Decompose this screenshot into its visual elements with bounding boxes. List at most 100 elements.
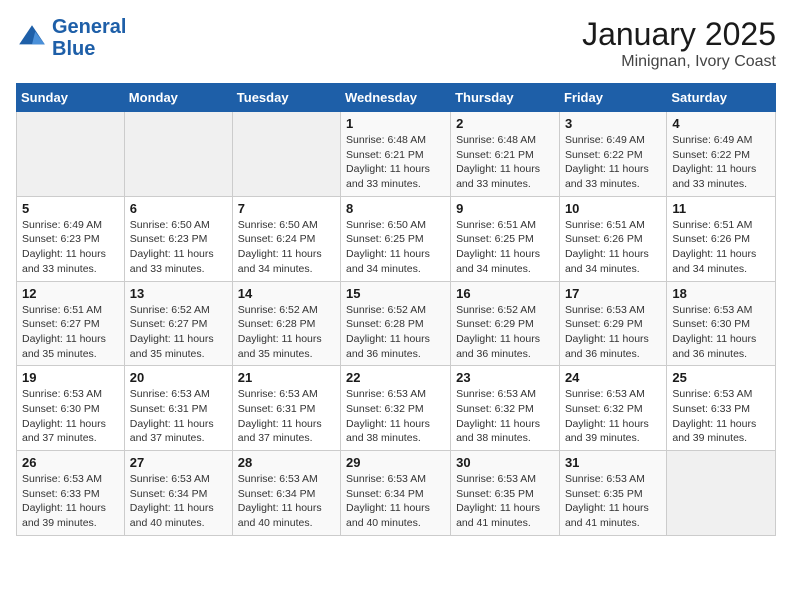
day-number: 9	[456, 201, 554, 216]
calendar-cell: 1Sunrise: 6:48 AM Sunset: 6:21 PM Daylig…	[341, 112, 451, 197]
calendar-cell: 9 Sunrise: 6:51 AM Sunset: 6:25 PM Daylig…	[451, 196, 560, 281]
day-info: Sunrise: 6:53 AM Sunset: 6:30 PM Dayligh…	[672, 303, 770, 362]
day-info: Sunrise: 6:49 AM Sunset: 6:22 PM Dayligh…	[672, 133, 770, 192]
calendar-cell: 13Sunrise: 6:52 AM Sunset: 6:27 PM Dayli…	[124, 281, 232, 366]
calendar-cell: 18 Sunrise: 6:53 AM Sunset: 6:30 PM Dayli…	[667, 281, 776, 366]
calendar-header-cell: Monday	[124, 84, 232, 112]
calendar-cell: 10 Sunrise: 6:51 AM Sunset: 6:26 PM Dayli…	[559, 196, 666, 281]
calendar-cell: 15 Sunrise: 6:52 AM Sunset: 6:28 PM Dayli…	[341, 281, 451, 366]
day-number: 18	[672, 286, 770, 301]
calendar-cell: 14Sunrise: 6:52 AM Sunset: 6:28 PM Dayli…	[232, 281, 340, 366]
day-number: 4	[672, 116, 770, 131]
calendar-cell: 24 Sunrise: 6:53 AM Sunset: 6:32 PM Dayli…	[559, 366, 666, 451]
day-number: 6	[130, 201, 227, 216]
day-info: Sunrise: 6:50 AM Sunset: 6:25 PM Dayligh…	[346, 218, 445, 277]
calendar-cell: 5 Sunrise: 6:49 AM Sunset: 6:23 PM Daylig…	[17, 196, 125, 281]
calendar-header-row: SundayMondayTuesdayWednesdayThursdayFrid…	[17, 84, 776, 112]
day-info: Sunrise: 6:53 AM Sunset: 6:33 PM Dayligh…	[22, 472, 119, 531]
calendar-cell: 16Sunrise: 6:52 AM Sunset: 6:29 PM Dayli…	[451, 281, 560, 366]
calendar-cell: 29Sunrise: 6:53 AM Sunset: 6:34 PM Dayli…	[341, 451, 451, 536]
calendar-cell: 17 Sunrise: 6:53 AM Sunset: 6:29 PM Dayli…	[559, 281, 666, 366]
day-info: Sunrise: 6:53 AM Sunset: 6:34 PM Dayligh…	[346, 472, 445, 531]
logo-text: General Blue	[52, 16, 126, 60]
day-info: Sunrise: 6:52 AM Sunset: 6:29 PM Dayligh…	[456, 303, 554, 362]
day-number: 25	[672, 370, 770, 385]
logo: General Blue	[16, 16, 126, 60]
calendar-cell: 21 Sunrise: 6:53 AM Sunset: 6:31 PM Dayli…	[232, 366, 340, 451]
day-info: Sunrise: 6:53 AM Sunset: 6:29 PM Dayligh…	[565, 303, 661, 362]
day-info: Sunrise: 6:53 AM Sunset: 6:35 PM Dayligh…	[456, 472, 554, 531]
calendar-cell: 22 Sunrise: 6:53 AM Sunset: 6:32 PM Dayli…	[341, 366, 451, 451]
day-info: Sunrise: 6:49 AM Sunset: 6:23 PM Dayligh…	[22, 218, 119, 277]
calendar-header-cell: Sunday	[17, 84, 125, 112]
calendar-cell: 2Sunrise: 6:48 AM Sunset: 6:21 PM Daylig…	[451, 112, 560, 197]
calendar-cell	[232, 112, 340, 197]
calendar-header-cell: Thursday	[451, 84, 560, 112]
day-number: 26	[22, 455, 119, 470]
day-info: Sunrise: 6:52 AM Sunset: 6:28 PM Dayligh…	[346, 303, 445, 362]
day-info: Sunrise: 6:50 AM Sunset: 6:23 PM Dayligh…	[130, 218, 227, 277]
calendar-cell: 27 Sunrise: 6:53 AM Sunset: 6:34 PM Dayli…	[124, 451, 232, 536]
month-year-title: January 2025	[582, 16, 776, 53]
calendar-header-cell: Wednesday	[341, 84, 451, 112]
calendar-header-cell: Friday	[559, 84, 666, 112]
logo-icon	[16, 22, 48, 54]
day-info: Sunrise: 6:53 AM Sunset: 6:31 PM Dayligh…	[238, 387, 335, 446]
calendar-cell	[667, 451, 776, 536]
day-info: Sunrise: 6:51 AM Sunset: 6:27 PM Dayligh…	[22, 303, 119, 362]
calendar-week-row: 12 Sunrise: 6:51 AM Sunset: 6:27 PM Dayli…	[17, 281, 776, 366]
day-number: 5	[22, 201, 119, 216]
calendar-header-cell: Saturday	[667, 84, 776, 112]
day-number: 11	[672, 201, 770, 216]
day-number: 31	[565, 455, 661, 470]
calendar-week-row: 26 Sunrise: 6:53 AM Sunset: 6:33 PM Dayli…	[17, 451, 776, 536]
calendar-cell	[17, 112, 125, 197]
day-info: Sunrise: 6:51 AM Sunset: 6:26 PM Dayligh…	[565, 218, 661, 277]
day-info: Sunrise: 6:52 AM Sunset: 6:27 PM Dayligh…	[130, 303, 227, 362]
day-info: Sunrise: 6:50 AM Sunset: 6:24 PM Dayligh…	[238, 218, 335, 277]
calendar-cell: 23 Sunrise: 6:53 AM Sunset: 6:32 PM Dayli…	[451, 366, 560, 451]
calendar-header-cell: Tuesday	[232, 84, 340, 112]
day-number: 22	[346, 370, 445, 385]
page-header: General Blue January 2025 Minignan, Ivor…	[16, 16, 776, 71]
day-info: Sunrise: 6:53 AM Sunset: 6:34 PM Dayligh…	[130, 472, 227, 531]
day-number: 12	[22, 286, 119, 301]
day-info: Sunrise: 6:51 AM Sunset: 6:25 PM Dayligh…	[456, 218, 554, 277]
calendar-cell: 3Sunrise: 6:49 AM Sunset: 6:22 PM Daylig…	[559, 112, 666, 197]
day-number: 10	[565, 201, 661, 216]
day-number: 23	[456, 370, 554, 385]
day-number: 30	[456, 455, 554, 470]
calendar-title-area: January 2025 Minignan, Ivory Coast	[582, 16, 776, 71]
day-number: 2	[456, 116, 554, 131]
day-info: Sunrise: 6:52 AM Sunset: 6:28 PM Dayligh…	[238, 303, 335, 362]
day-info: Sunrise: 6:53 AM Sunset: 6:32 PM Dayligh…	[346, 387, 445, 446]
calendar-cell	[124, 112, 232, 197]
day-info: Sunrise: 6:53 AM Sunset: 6:34 PM Dayligh…	[238, 472, 335, 531]
day-number: 19	[22, 370, 119, 385]
calendar-body: 1Sunrise: 6:48 AM Sunset: 6:21 PM Daylig…	[17, 112, 776, 536]
day-info: Sunrise: 6:51 AM Sunset: 6:26 PM Dayligh…	[672, 218, 770, 277]
day-number: 17	[565, 286, 661, 301]
calendar-cell: 19Sunrise: 6:53 AM Sunset: 6:30 PM Dayli…	[17, 366, 125, 451]
day-number: 7	[238, 201, 335, 216]
location-subtitle: Minignan, Ivory Coast	[582, 53, 776, 71]
calendar-cell: 20Sunrise: 6:53 AM Sunset: 6:31 PM Dayli…	[124, 366, 232, 451]
calendar-cell: 11 Sunrise: 6:51 AM Sunset: 6:26 PM Dayli…	[667, 196, 776, 281]
day-number: 27	[130, 455, 227, 470]
calendar-week-row: 19Sunrise: 6:53 AM Sunset: 6:30 PM Dayli…	[17, 366, 776, 451]
day-info: Sunrise: 6:53 AM Sunset: 6:32 PM Dayligh…	[565, 387, 661, 446]
day-info: Sunrise: 6:53 AM Sunset: 6:31 PM Dayligh…	[130, 387, 227, 446]
day-number: 24	[565, 370, 661, 385]
calendar-cell: 25 Sunrise: 6:53 AM Sunset: 6:33 PM Dayli…	[667, 366, 776, 451]
calendar-week-row: 1Sunrise: 6:48 AM Sunset: 6:21 PM Daylig…	[17, 112, 776, 197]
day-number: 28	[238, 455, 335, 470]
day-info: Sunrise: 6:53 AM Sunset: 6:33 PM Dayligh…	[672, 387, 770, 446]
day-info: Sunrise: 6:53 AM Sunset: 6:32 PM Dayligh…	[456, 387, 554, 446]
day-info: Sunrise: 6:53 AM Sunset: 6:35 PM Dayligh…	[565, 472, 661, 531]
day-number: 15	[346, 286, 445, 301]
calendar-cell: 12 Sunrise: 6:51 AM Sunset: 6:27 PM Dayli…	[17, 281, 125, 366]
day-number: 8	[346, 201, 445, 216]
calendar-table: SundayMondayTuesdayWednesdayThursdayFrid…	[16, 83, 776, 536]
calendar-cell: 26 Sunrise: 6:53 AM Sunset: 6:33 PM Dayli…	[17, 451, 125, 536]
day-number: 21	[238, 370, 335, 385]
